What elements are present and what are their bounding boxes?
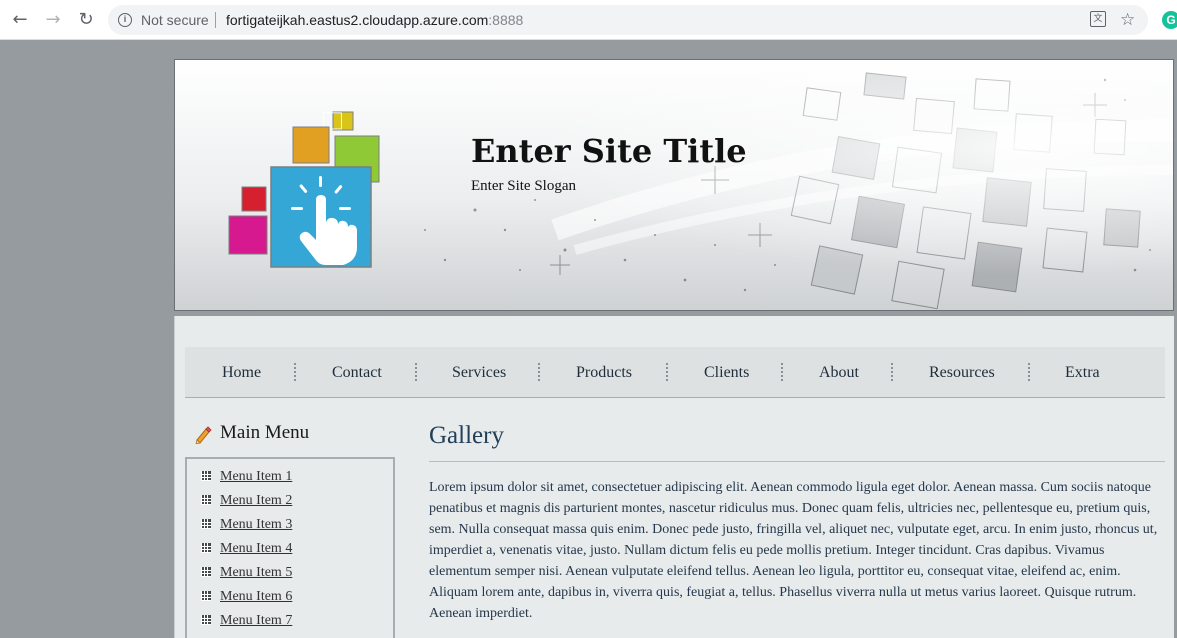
nav-products[interactable]: Products: [576, 347, 632, 398]
url-port: :8888: [488, 12, 524, 28]
nav-divider: [781, 363, 783, 381]
nav-resources[interactable]: Resources: [929, 347, 995, 398]
nav-divider: [538, 363, 540, 381]
nav-divider: [666, 363, 668, 381]
sidebar-item-label[interactable]: Menu Item 1: [220, 469, 292, 484]
sidebar-item-5[interactable]: Menu Item 5: [201, 565, 292, 585]
grid-icon: [201, 567, 211, 577]
nav-divider: [1028, 363, 1030, 381]
site-logo: [228, 111, 380, 268]
grid-icon: [201, 615, 211, 625]
url-host: fortigateijkah.eastus2.cloudapp.azure.co…: [226, 12, 489, 28]
url-text[interactable]: fortigateijkah.eastus2.cloudapp.azure.co…: [226, 5, 523, 35]
grid-icon: [201, 471, 211, 481]
main-nav: Home Contact Services Products Clients A…: [185, 347, 1165, 398]
nav-contact[interactable]: Contact: [332, 347, 382, 398]
nav-clients[interactable]: Clients: [704, 347, 749, 398]
nav-divider: [891, 363, 893, 381]
content-panel: Home Contact Services Products Clients A…: [174, 316, 1174, 638]
nav-home[interactable]: Home: [222, 347, 261, 398]
sidebar-item-label[interactable]: Menu Item 2: [220, 493, 292, 508]
nav-services[interactable]: Services: [452, 347, 506, 398]
sidebar-item-label[interactable]: Menu Item 7: [220, 613, 292, 628]
sidebar-item-label[interactable]: Menu Item 4: [220, 541, 292, 556]
sidebar-item-2[interactable]: Menu Item 2: [201, 493, 292, 513]
title-divider: [429, 461, 1165, 462]
security-label[interactable]: Not secure: [141, 5, 209, 35]
nav-about[interactable]: About: [819, 347, 859, 398]
info-icon[interactable]: i: [118, 13, 132, 27]
back-icon[interactable]: ←: [8, 8, 32, 32]
pencil-icon: [195, 426, 212, 444]
address-bar[interactable]: i Not secure fortigateijkah.eastus2.clou…: [108, 5, 1148, 35]
sidebar-menu: Menu Item 1 Menu Item 2 Menu Item 3 Menu…: [185, 457, 395, 638]
sidebar-item-6[interactable]: Menu Item 6: [201, 589, 292, 609]
grammarly-extension-icon[interactable]: G: [1162, 11, 1177, 29]
sidebar-item-7[interactable]: Menu Item 7: [201, 613, 292, 633]
grid-icon: [201, 543, 211, 553]
nav-divider: [294, 363, 296, 381]
reload-icon[interactable]: ↻: [74, 8, 98, 32]
site-header: Enter Site Title Enter Site Slogan: [174, 59, 1174, 311]
body-text: Lorem ipsum dolor sit amet, consectetuer…: [429, 480, 1158, 621]
browser-toolbar: ← → ↻ i Not secure fortigateijkah.eastus…: [0, 0, 1177, 40]
site-title: Enter Site Title: [471, 132, 747, 170]
nav-extra[interactable]: Extra: [1065, 347, 1100, 398]
sidebar-item-3[interactable]: Menu Item 3: [201, 517, 292, 537]
site-slogan: Enter Site Slogan: [471, 178, 576, 194]
sidebar-item-label[interactable]: Menu Item 5: [220, 565, 292, 580]
grid-icon: [201, 495, 211, 505]
page-title: Gallery: [429, 422, 504, 449]
grid-icon: [201, 591, 211, 601]
translate-icon[interactable]: 文: [1090, 11, 1106, 27]
sidebar-item-4[interactable]: Menu Item 4: [201, 541, 292, 561]
sidebar-item-label[interactable]: Menu Item 3: [220, 517, 292, 532]
grid-icon: [201, 519, 211, 529]
star-icon[interactable]: ☆: [1120, 5, 1135, 35]
sidebar-title: Main Menu: [220, 422, 310, 443]
separator: [215, 12, 216, 28]
sidebar-item-1[interactable]: Menu Item 1: [201, 469, 292, 489]
forward-icon[interactable]: →: [41, 8, 65, 32]
nav-divider: [415, 363, 417, 381]
sidebar-heading: Main Menu: [194, 422, 309, 444]
sidebar-item-label[interactable]: Menu Item 6: [220, 589, 292, 604]
